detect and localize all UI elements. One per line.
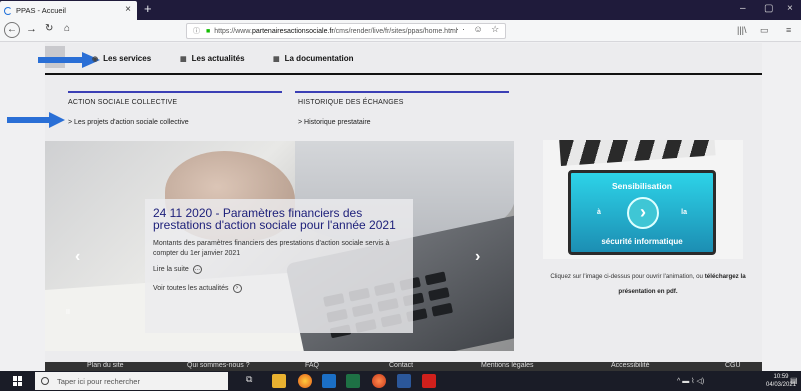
play-icon[interactable]: › [627,197,659,229]
new-tab-button[interactable]: + [144,1,152,16]
more-icon: … [192,265,202,274]
lock-icon: ■ [206,27,211,35]
promo-title: Sensibilisation [612,181,672,191]
task-view-icon[interactable]: ⧉ [246,374,260,388]
section-title-history: HISTORIQUE DES ÉCHANGES [298,99,404,106]
section-divider [295,91,509,93]
browser-titlebar: PPAS - Accueil × + – ▢ × [0,0,801,20]
file-explorer-icon[interactable] [272,374,286,388]
promo-caption: Cliquez sur l'image ci-dessus pour ouvri… [532,269,764,299]
reload-icon[interactable]: ↻ [45,23,53,34]
footer-link-contact[interactable]: Contact [389,362,413,370]
menu-item-news[interactable]: ▦ Les actualités [180,54,245,63]
loading-icon [4,6,12,15]
news-carousel[interactable]: ‹ › 24 11 2020 - Paramètres financiers d… [45,141,514,351]
carousel-next-icon[interactable]: › [475,248,480,266]
windows-taskbar: Taper ici pour rechercher ⧉ ^ ▬ ⌇ ◁) 10:… [0,371,801,391]
read-more-link[interactable]: Lire la suite … [153,265,405,274]
news-summary: Montants des paramètres financiers des p… [153,240,390,257]
hamburger-menu-icon[interactable]: ≡ [786,25,791,35]
info-icon[interactable]: ⓘ [193,26,200,36]
url-host: partenairesactionsociale.fr [251,27,334,35]
library-icon[interactable]: |||\ [737,25,747,35]
taskbar-search-placeholder: Taper ici pour rechercher [57,376,140,386]
security-awareness-banner[interactable]: Sensibilisation à › la sécurité informat… [543,140,743,259]
tab-close-icon[interactable]: × [125,4,131,15]
promo-subtitle: sécurité informatique [601,237,683,246]
outlook-icon[interactable] [322,374,336,388]
read-more-label: Lire la suite [153,266,189,273]
news-icon: ▦ [180,55,187,63]
section-title-collective: ACTION SOCIALE COLLECTIVE [68,99,178,106]
link-provider-history[interactable]: > Historique prestataire [298,119,371,126]
forward-icon[interactable]: → [26,23,37,35]
link-collective-projects[interactable]: > Les projets d'action sociale collectiv… [68,119,189,126]
services-icon: ◉ [92,55,99,63]
firefox-icon[interactable] [298,374,312,388]
excel-icon[interactable] [346,374,360,388]
pause-icon[interactable]: II [66,309,70,316]
footer-link-sitemap[interactable]: Plan du site [87,362,124,370]
menu-item-documentation[interactable]: ▦ La documentation [273,54,354,63]
menu-item-label: Les services [103,54,152,63]
promo-word-left: à [597,209,601,216]
app-icon[interactable] [372,374,386,388]
web-page: ◉ Les services ▦ Les actualités ▦ La doc… [0,43,801,371]
news-headline[interactable]: 24 11 2020 - Paramètres financiers des p… [153,207,405,231]
all-news-label: Voir toutes les actualités [153,285,229,292]
maximize-icon[interactable]: ▢ [764,3,773,14]
promo-caption-text: Cliquez sur l'image ci-dessus pour ouvri… [550,273,705,280]
back-icon[interactable]: ← [4,22,20,38]
clapperboard-icon [559,140,716,166]
documentation-icon: ▦ [273,55,280,63]
system-tray-icons[interactable]: ^ ▬ ⌇ ◁) [677,377,704,385]
menu-item-label: La documentation [284,54,354,63]
section-divider [68,91,282,93]
sidebar-icon[interactable]: ▭ [760,25,769,36]
arrow-annotation-icon [38,52,100,68]
main-menu [45,43,762,75]
notifications-icon[interactable]: ▤ [790,376,798,385]
arrow-annotation-icon [7,112,65,128]
windows-start-icon[interactable] [13,376,23,386]
carousel-caption: 24 11 2020 - Paramètres financiers des p… [145,199,413,333]
all-news-link[interactable]: Voir toutes les actualités › [153,284,405,293]
minimize-icon[interactable]: – [740,3,746,14]
close-window-icon[interactable]: × [787,3,793,14]
page-footer: Plan du site Qui sommes-nous ? FAQ Conta… [45,362,762,371]
animation-screen: Sensibilisation à › la sécurité informat… [568,170,716,255]
word-icon[interactable] [397,374,411,388]
search-icon [41,377,49,385]
menu-item-label: Les actualités [191,54,245,63]
footer-link-faq[interactable]: FAQ [305,362,319,370]
footer-link-about[interactable]: Qui sommes-nous ? [187,362,250,370]
browser-tab[interactable]: PPAS - Accueil × [0,1,137,20]
page-actions-icon[interactable]: ··· ☺ ☆ [450,24,502,35]
tab-title: PPAS - Accueil [16,6,66,15]
browser-navbar: ← → ↻ ⌂ ⓘ ■ https://www. partenairesactio… [0,20,801,42]
url-path: /cms/render/live/fr/sites/ppas/home.html [333,27,458,35]
menu-item-services[interactable]: ◉ Les services [92,54,151,63]
url-prefix: https://www. [214,27,252,35]
footer-link-legal[interactable]: Mentions légales [481,362,534,370]
acrobat-icon[interactable] [422,374,436,388]
footer-link-terms[interactable]: CGU [725,362,741,370]
footer-link-accessibility[interactable]: Accessibilité [611,362,650,370]
home-icon[interactable]: ⌂ [64,23,70,34]
chevron-right-icon: › [232,284,242,293]
taskbar-search[interactable]: Taper ici pour rechercher [35,372,228,390]
carousel-prev-icon[interactable]: ‹ [75,248,80,266]
promo-word-right: la [681,209,687,216]
